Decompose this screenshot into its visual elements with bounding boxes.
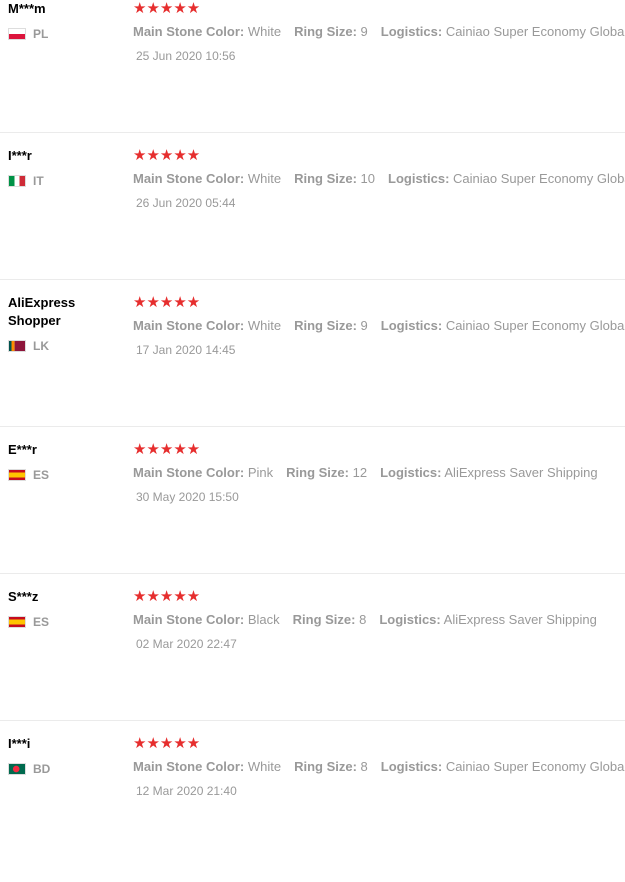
star-rating: ★★★★★ xyxy=(133,294,201,311)
divider xyxy=(0,720,625,721)
ring-size-label: Ring Size: xyxy=(292,612,356,627)
ring-size-value: 8 xyxy=(360,759,368,774)
country-code: ES xyxy=(33,615,50,629)
stone-color-value: White xyxy=(247,318,282,333)
stone-color-label: Main Stone Color: xyxy=(133,465,245,480)
flag-it-icon xyxy=(8,175,26,187)
stone-color-label: Main Stone Color: xyxy=(133,171,245,186)
review-date: 26 Jun 2020 05:44 xyxy=(136,196,236,210)
logistics-label: Logistics: xyxy=(380,318,443,333)
reviewer-country: ES xyxy=(8,468,49,482)
stone-color-value: Black xyxy=(247,612,280,627)
logistics-label: Logistics: xyxy=(380,465,442,480)
logistics-value: Cainiao Super Economy Global xyxy=(453,171,625,186)
ring-size-label: Ring Size: xyxy=(294,24,357,39)
review-date: 02 Mar 2020 22:47 xyxy=(136,637,237,651)
flag-lk-icon xyxy=(8,340,26,352)
logistics-value: Cainiao Super Economy Global xyxy=(445,759,625,774)
star-rating: ★★★★★ xyxy=(133,0,201,17)
logistics-value: AliExpress Saver Shipping xyxy=(444,465,598,480)
stone-color-value: White xyxy=(247,171,282,186)
review-item: AliExpress Shopper LK ★★★★★ Main Stone C… xyxy=(0,294,625,441)
divider xyxy=(0,279,625,280)
reviewer-country: PL xyxy=(8,27,48,41)
ring-size-value: 12 xyxy=(352,465,368,480)
flag-pl-icon xyxy=(8,28,26,40)
flag-es-icon xyxy=(8,616,26,628)
ring-size-value: 8 xyxy=(359,612,367,627)
sku-properties: Main Stone Color: White Ring Size: 10 Lo… xyxy=(133,171,625,186)
sku-properties: Main Stone Color: White Ring Size: 8 Log… xyxy=(133,759,625,774)
country-code: LK xyxy=(33,339,49,353)
review-item: M***m PL ★★★★★ Main Stone Color: White R… xyxy=(0,0,625,147)
stone-color-value: White xyxy=(247,24,282,39)
country-code: ES xyxy=(33,468,50,482)
stone-color-value: Pink xyxy=(247,465,274,480)
ring-size-label: Ring Size: xyxy=(286,465,349,480)
reviewer-name: E***r xyxy=(8,442,37,457)
sku-properties: Main Stone Color: Pink Ring Size: 12 Log… xyxy=(133,465,611,480)
review-item: S***z ES ★★★★★ Main Stone Color: Black R… xyxy=(0,588,625,735)
ring-size-label: Ring Size: xyxy=(294,318,357,333)
star-rating: ★★★★★ xyxy=(133,735,201,752)
star-rating: ★★★★★ xyxy=(133,588,201,605)
flag-es-icon xyxy=(8,469,26,481)
stone-color-value: White xyxy=(247,759,282,774)
review-date: 17 Jan 2020 14:45 xyxy=(136,343,236,357)
review-item: I***i BD ★★★★★ Main Stone Color: White R… xyxy=(0,735,625,882)
stone-color-label: Main Stone Color: xyxy=(133,24,245,39)
reviewer-name: I***r xyxy=(8,148,32,163)
star-rating: ★★★★★ xyxy=(133,147,201,164)
ring-size-label: Ring Size: xyxy=(294,759,357,774)
divider xyxy=(0,132,625,133)
sku-properties: Main Stone Color: White Ring Size: 9 Log… xyxy=(133,24,625,39)
divider xyxy=(0,426,625,427)
star-rating: ★★★★★ xyxy=(133,441,201,458)
logistics-value: Cainiao Super Economy Global xyxy=(445,318,625,333)
logistics-label: Logistics: xyxy=(380,24,443,39)
logistics-label: Logistics: xyxy=(380,759,443,774)
sku-properties: Main Stone Color: White Ring Size: 9 Log… xyxy=(133,318,625,333)
logistics-label: Logistics: xyxy=(388,171,450,186)
review-date: 25 Jun 2020 10:56 xyxy=(136,49,236,63)
country-code: IT xyxy=(33,174,44,188)
reviewer-name: S***z xyxy=(8,589,39,604)
reviewer-country: IT xyxy=(8,174,44,188)
ring-size-value: 10 xyxy=(360,171,376,186)
stone-color-label: Main Stone Color: xyxy=(133,759,245,774)
reviewer-country: ES xyxy=(8,615,49,629)
ring-size-value: 9 xyxy=(360,24,368,39)
country-code: PL xyxy=(33,27,49,41)
review-item: I***r IT ★★★★★ Main Stone Color: White R… xyxy=(0,147,625,294)
reviewer-name: AliExpress Shopper xyxy=(8,295,76,328)
stone-color-label: Main Stone Color: xyxy=(133,318,245,333)
reviewer-country: BD xyxy=(8,762,50,776)
logistics-value: AliExpress Saver Shipping xyxy=(443,612,597,627)
reviewer-country: LK xyxy=(8,339,49,353)
reviewer-name: M***m xyxy=(8,1,46,16)
review-date: 30 May 2020 15:50 xyxy=(136,490,239,504)
country-code: BD xyxy=(33,762,51,776)
review-date: 12 Mar 2020 21:40 xyxy=(136,784,237,798)
divider xyxy=(0,573,625,574)
logistics-value: Cainiao Super Economy Global xyxy=(445,24,625,39)
ring-size-value: 9 xyxy=(360,318,368,333)
flag-bd-icon xyxy=(8,763,26,775)
stone-color-label: Main Stone Color: xyxy=(133,612,245,627)
review-item: E***r ES ★★★★★ Main Stone Color: Pink Ri… xyxy=(0,441,625,588)
ring-size-label: Ring Size: xyxy=(294,171,357,186)
logistics-label: Logistics: xyxy=(379,612,441,627)
reviewer-name: I***i xyxy=(8,736,31,751)
sku-properties: Main Stone Color: Black Ring Size: 8 Log… xyxy=(133,612,610,627)
